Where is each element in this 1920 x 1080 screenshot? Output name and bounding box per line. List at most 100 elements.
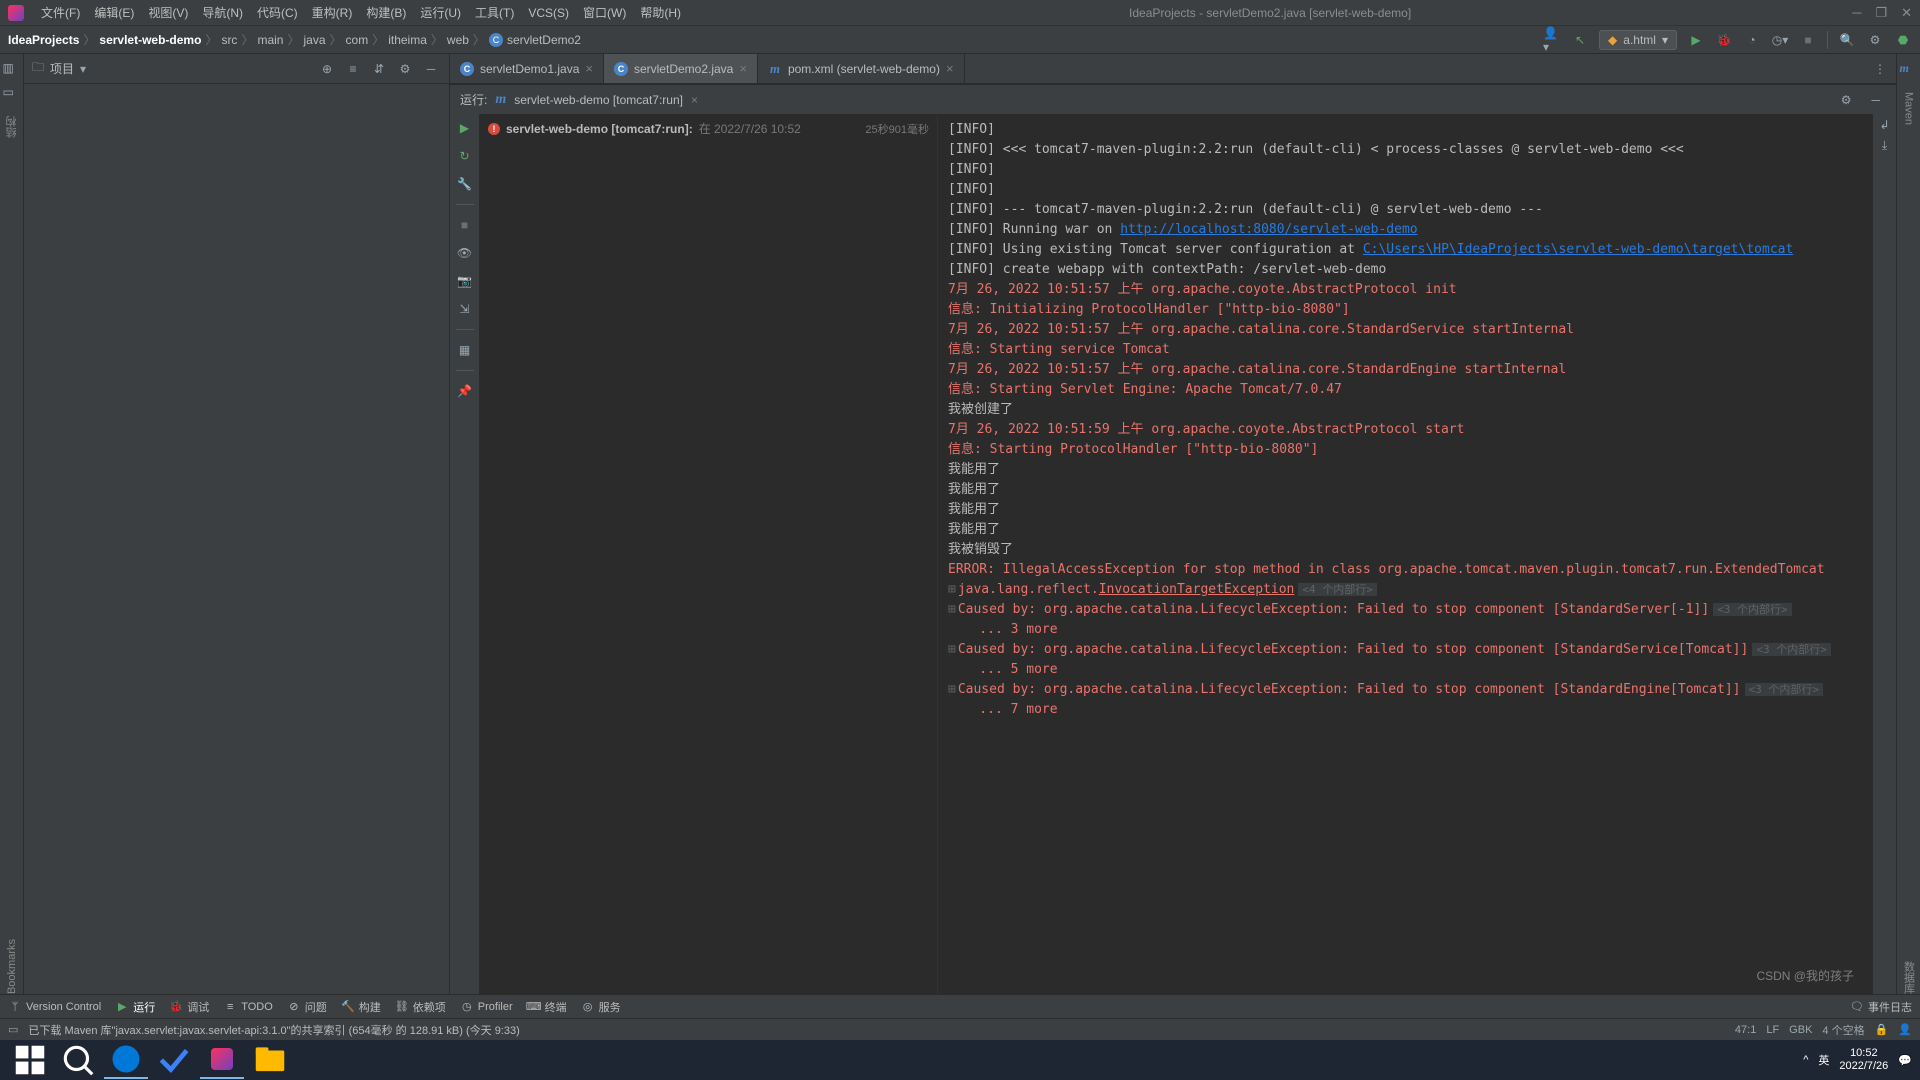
tool-debug[interactable]: 🐞调试 <box>169 999 209 1015</box>
edge-icon[interactable] <box>104 1041 148 1079</box>
tool-windows-icon[interactable]: ▭ <box>8 1023 18 1036</box>
search-icon[interactable]: 🔍 <box>1838 31 1856 49</box>
tool-todo[interactable]: ≡TODO <box>223 1000 273 1014</box>
breadcrumb-item[interactable]: itheima <box>388 33 427 47</box>
breadcrumb-item[interactable]: src <box>221 33 237 47</box>
menu-edit[interactable]: 编辑(E) <box>87 4 141 21</box>
database-label[interactable]: 数据库 <box>1901 961 1917 994</box>
close-tab-icon[interactable]: × <box>585 61 593 76</box>
indent-setting[interactable]: 4 个空格 <box>1822 1022 1864 1038</box>
file-encoding[interactable]: GBK <box>1789 1024 1812 1036</box>
breadcrumb-item[interactable]: java <box>303 33 325 47</box>
breadcrumb-item[interactable]: servlet-web-demo <box>99 33 201 47</box>
tool-terminal[interactable]: ⌨终端 <box>527 999 567 1015</box>
menu-navigate[interactable]: 导航(N) <box>195 4 250 21</box>
structure-icon[interactable]: ▥ <box>3 61 21 79</box>
console-output[interactable]: [INFO][INFO] <<< tomcat7-maven-plugin:2.… <box>938 114 1872 994</box>
fold-indicator[interactable]: <3 个内部行> <box>1713 603 1792 616</box>
close-run-tab-icon[interactable]: × <box>691 93 698 107</box>
menu-tools[interactable]: 工具(T) <box>468 4 521 21</box>
project-icon[interactable]: ▭ <box>3 85 21 103</box>
build-icon[interactable]: ↖ <box>1571 31 1589 49</box>
minimize-icon[interactable]: ─ <box>1852 5 1861 21</box>
menu-window[interactable]: 窗口(W) <box>576 4 633 21</box>
select-opened-file-icon[interactable]: ⊕ <box>317 59 337 79</box>
soft-wrap-icon[interactable]: ↲ <box>1879 118 1889 132</box>
breadcrumb-item[interactable]: web <box>447 33 469 47</box>
close-window-icon[interactable]: ✕ <box>1901 5 1912 21</box>
run-config-selector[interactable]: ◆ a.html ▾ <box>1599 30 1677 50</box>
editor-tab[interactable]: m pom.xml (servlet-web-demo) × <box>758 54 965 83</box>
ime-indicator[interactable]: 英 <box>1818 1052 1829 1068</box>
wrench-icon[interactable]: 🔧 <box>455 174 475 194</box>
export-icon[interactable]: ⇲ <box>455 299 475 319</box>
screenshot-icon[interactable]: 📷 <box>455 271 475 291</box>
clock[interactable]: 10:52 2022/7/26 <box>1839 1047 1888 1073</box>
console-link[interactable]: http://localhost:8080/servlet-web-demo <box>1120 222 1417 237</box>
editor-tab[interactable]: C servletDemo2.java × <box>604 54 758 83</box>
event-log-button[interactable]: 🗨事件日志 <box>1850 999 1912 1015</box>
tool-problems[interactable]: ⊘问题 <box>287 999 327 1015</box>
tool-profiler[interactable]: ◷Profiler <box>460 1000 513 1014</box>
maven-label[interactable]: Maven <box>1903 92 1915 125</box>
close-tab-icon[interactable]: × <box>946 61 954 76</box>
start-button[interactable] <box>8 1041 52 1079</box>
gear-icon[interactable]: ⚙ <box>1835 93 1858 107</box>
bookmarks-label[interactable]: Bookmarks <box>6 939 18 994</box>
tool-dependencies[interactable]: ⛓依赖项 <box>395 999 446 1015</box>
menu-refactor[interactable]: 重构(R) <box>305 4 360 21</box>
tool-services[interactable]: ◎服务 <box>581 999 621 1015</box>
collapse-all-icon[interactable]: ⇵ <box>369 59 389 79</box>
profiler-icon[interactable]: ◷▾ <box>1771 31 1789 49</box>
hide-icon[interactable]: ─ <box>421 59 441 79</box>
settings-icon[interactable]: ⚙ <box>1866 31 1884 49</box>
menu-run[interactable]: 运行(U) <box>413 4 468 21</box>
fold-indicator[interactable]: <4 个内部行> <box>1298 583 1377 596</box>
menu-code[interactable]: 代码(C) <box>250 4 305 21</box>
scroll-end-icon[interactable]: ⤓ <box>1882 138 1887 153</box>
tool-run[interactable]: ▶运行 <box>115 999 155 1015</box>
explorer-icon[interactable] <box>248 1041 292 1079</box>
structure-label[interactable]: 结构 <box>4 116 20 138</box>
editor-tab[interactable]: C servletDemo1.java × <box>450 54 604 83</box>
breadcrumb-item[interactable]: IdeaProjects <box>8 33 79 47</box>
caret-position[interactable]: 47:1 <box>1735 1024 1756 1036</box>
run-tree-row[interactable]: ! servlet-web-demo [tomcat7:run]: 在 2022… <box>488 120 929 137</box>
menu-file[interactable]: 文件(F) <box>34 4 87 21</box>
lock-icon[interactable]: 🔒 <box>1875 1023 1889 1036</box>
hide-icon[interactable]: ─ <box>1865 93 1886 107</box>
layout-icon[interactable]: ▦ <box>455 340 475 360</box>
menu-vcs[interactable]: VCS(S) <box>521 6 576 20</box>
breadcrumb-item[interactable]: servletDemo2 <box>507 33 581 47</box>
rerun-icon[interactable]: ▶ <box>455 118 475 138</box>
coverage-icon[interactable]: ◔ <box>1743 31 1761 49</box>
breadcrumb-item[interactable]: main <box>257 33 283 47</box>
maven-icon[interactable]: m <box>1900 61 1918 79</box>
rerun-failed-icon[interactable]: ↻ <box>455 146 475 166</box>
intellij-icon[interactable] <box>200 1041 244 1079</box>
menu-build[interactable]: 构建(B) <box>359 4 413 21</box>
notification-icon[interactable]: 👤 <box>1898 1023 1912 1036</box>
jetbrains-icon[interactable]: ⬣ <box>1894 31 1912 49</box>
tabs-more-icon[interactable]: ⋮ <box>1864 62 1896 76</box>
fold-indicator[interactable]: <3 个内部行> <box>1745 683 1824 696</box>
chevron-down-icon[interactable]: ▾ <box>80 62 86 76</box>
expand-all-icon[interactable]: ≡ <box>343 59 363 79</box>
menu-help[interactable]: 帮助(H) <box>633 4 688 21</box>
maximize-icon[interactable]: ❐ <box>1875 5 1887 21</box>
close-tab-icon[interactable]: × <box>739 61 747 76</box>
pin-icon[interactable]: 📌 <box>455 381 475 401</box>
tool-build[interactable]: 🔨构建 <box>341 999 381 1015</box>
gear-icon[interactable]: ⚙ <box>395 59 415 79</box>
menu-view[interactable]: 视图(V) <box>141 4 195 21</box>
run-icon[interactable]: ▶ <box>1687 31 1705 49</box>
notifications-icon[interactable]: 💬 <box>1898 1054 1912 1067</box>
stop-icon[interactable]: ■ <box>455 215 475 235</box>
debug-icon[interactable]: 🐞 <box>1715 31 1733 49</box>
user-icon[interactable]: 👤▾ <box>1543 31 1561 49</box>
line-separator[interactable]: LF <box>1766 1024 1779 1036</box>
fold-indicator[interactable]: <3 个内部行> <box>1752 643 1831 656</box>
breadcrumb-item[interactable]: com <box>346 33 369 47</box>
search-button[interactable] <box>56 1041 100 1079</box>
stop-icon[interactable]: ■ <box>1799 31 1817 49</box>
